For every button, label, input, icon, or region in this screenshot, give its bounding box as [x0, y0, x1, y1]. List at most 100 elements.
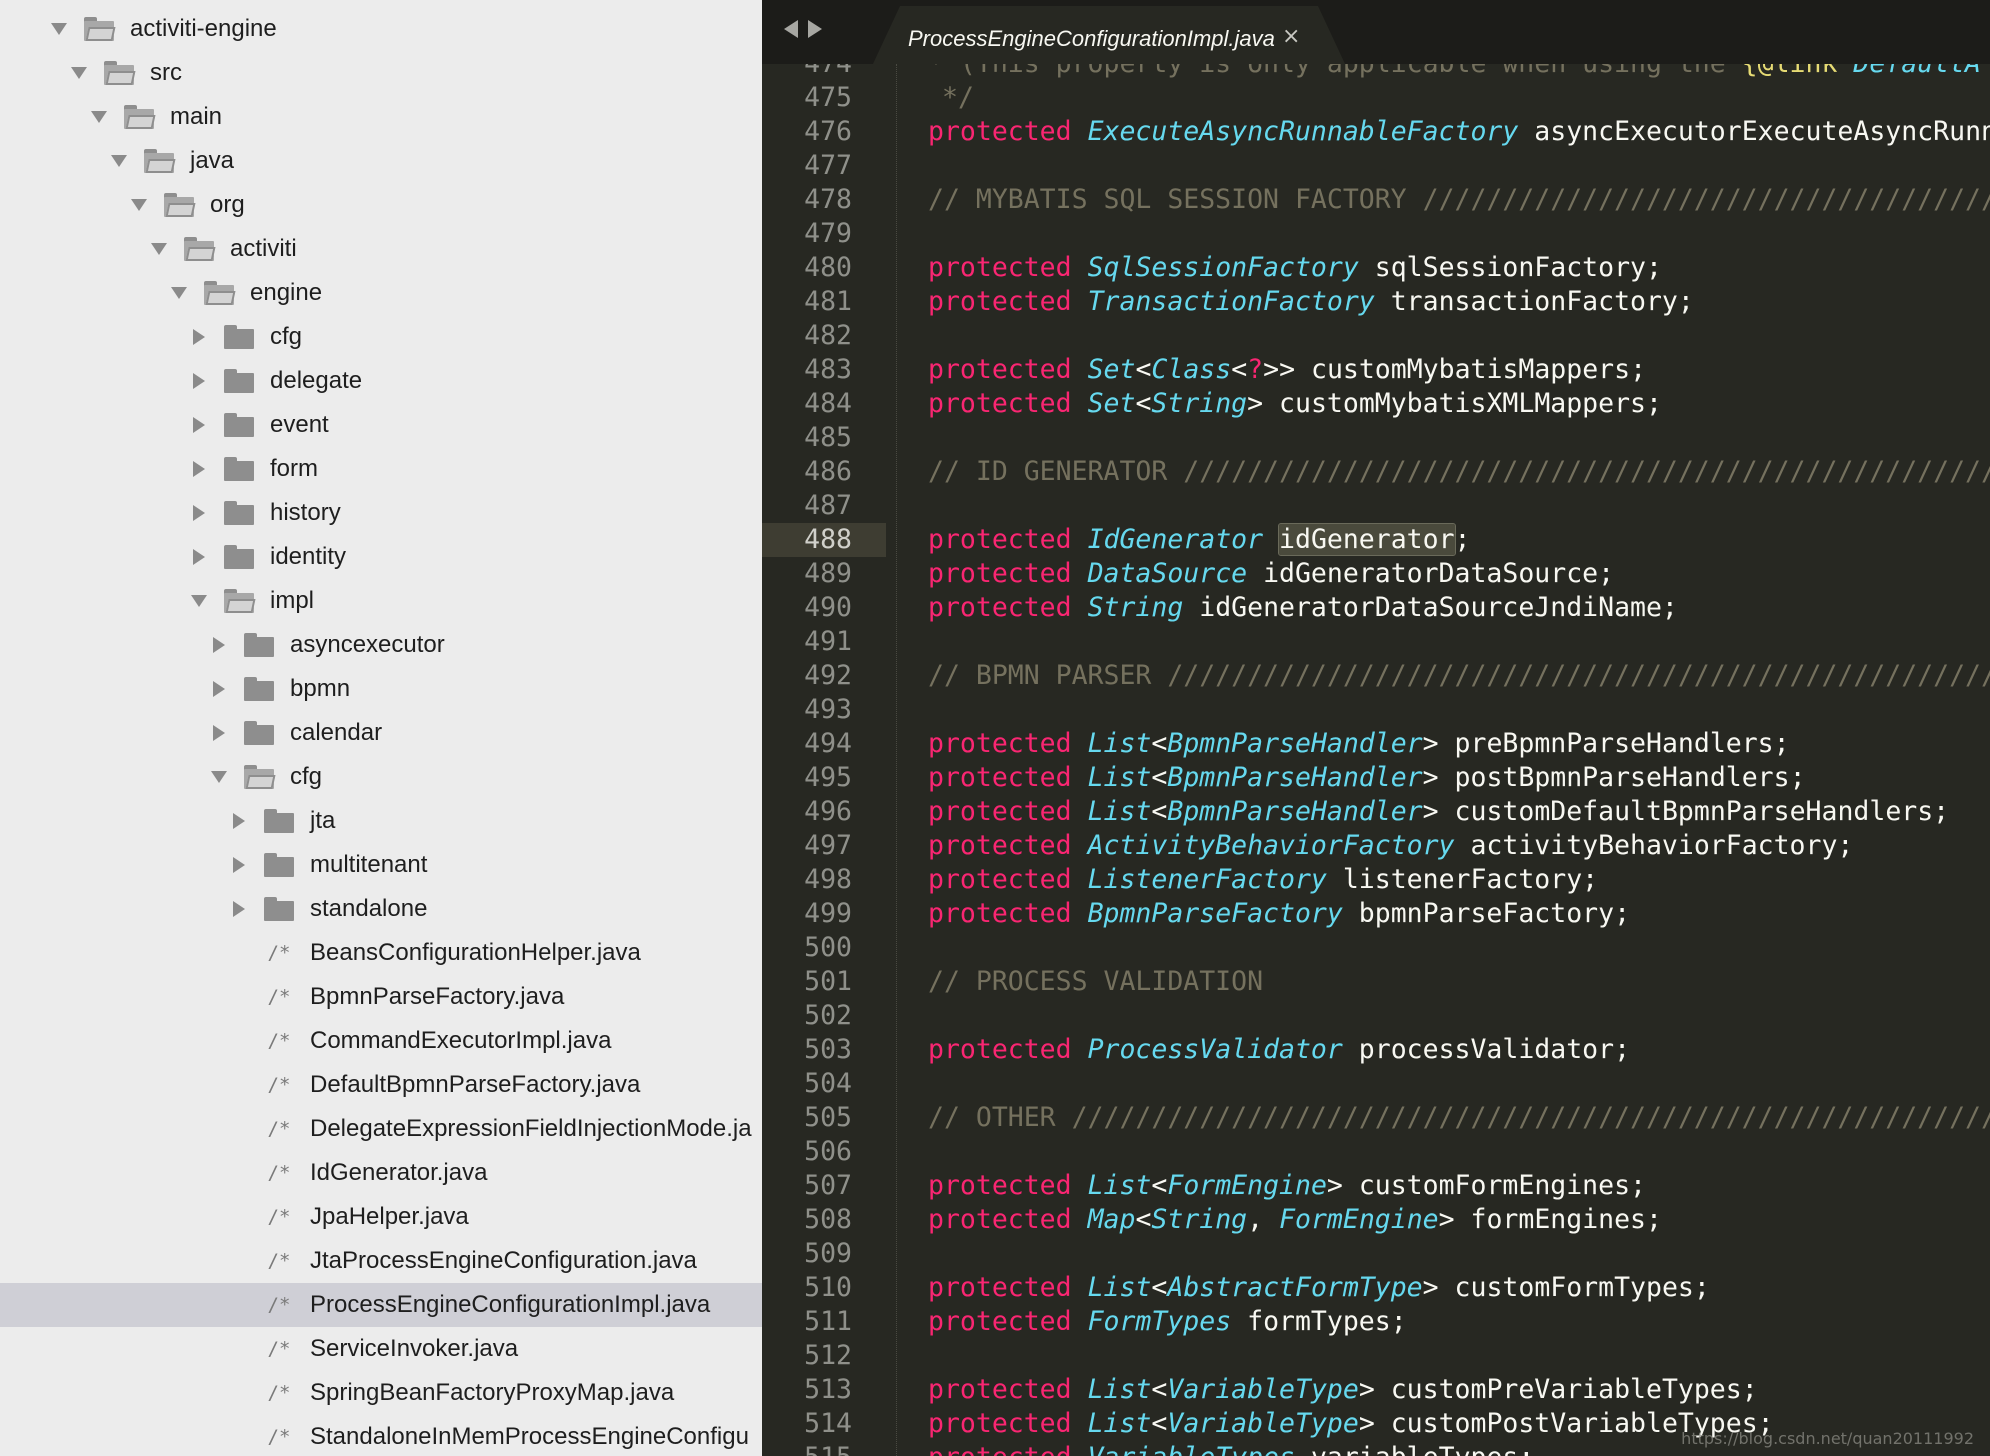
code-line[interactable]: 509 [762, 1237, 1990, 1271]
expand-triangle-icon[interactable] [188, 535, 210, 579]
tree-folder-item[interactable]: jta [0, 799, 762, 843]
expand-triangle-icon[interactable] [188, 447, 210, 491]
code-line[interactable]: 496 protected List<BpmnParseHandler> cust… [762, 795, 1990, 829]
code-line[interactable]: 482 [762, 319, 1990, 353]
expand-triangle-icon[interactable] [208, 623, 230, 667]
collapse-triangle-icon[interactable] [68, 51, 90, 95]
collapse-triangle-icon[interactable] [128, 183, 150, 227]
code-line[interactable]: 493 [762, 693, 1990, 727]
tree-folder-item[interactable]: activiti [0, 227, 762, 271]
expand-triangle-icon[interactable] [228, 887, 250, 931]
code-line[interactable]: 513 protected List<VariableType> customPr… [762, 1373, 1990, 1407]
tab-close-icon[interactable]: × [1282, 24, 1300, 49]
collapse-triangle-icon[interactable] [168, 271, 190, 315]
tree-folder-item[interactable]: event [0, 403, 762, 447]
code-line[interactable]: 476 protected ExecuteAsyncRunnableFactory… [762, 115, 1990, 149]
tree-folder-item[interactable]: bpmn [0, 667, 762, 711]
expand-triangle-icon[interactable] [228, 799, 250, 843]
tree-file-item[interactable]: /* JtaProcessEngineConfiguration.java [0, 1239, 762, 1283]
nav-back-icon[interactable] [784, 20, 798, 38]
code-line[interactable]: 490 protected String idGeneratorDataSourc… [762, 591, 1990, 625]
code-line[interactable]: 512 [762, 1339, 1990, 1373]
code-line[interactable]: 503 protected ProcessValidator processVal… [762, 1033, 1990, 1067]
tree-file-item[interactable]: /* JpaHelper.java [0, 1195, 762, 1239]
tree-file-item[interactable]: /* BpmnParseFactory.java [0, 975, 762, 1019]
tree-folder-item[interactable]: main [0, 95, 762, 139]
tree-file-item[interactable]: /* ProcessEngineConfigurationImpl.java [0, 1283, 762, 1327]
code-line[interactable]: 508 protected Map<String, FormEngine> for… [762, 1203, 1990, 1237]
code-line[interactable]: 475 */ [762, 81, 1990, 115]
tree-folder-item[interactable]: src [0, 51, 762, 95]
expand-triangle-icon[interactable] [188, 359, 210, 403]
code-line[interactable]: 492 // BPMN PARSER //////////////////////… [762, 659, 1990, 693]
code-line[interactable]: 498 protected ListenerFactory listenerFac… [762, 863, 1990, 897]
code-line[interactable]: 480 protected SqlSessionFactory sqlSessio… [762, 251, 1990, 285]
code-line[interactable]: 494 protected List<BpmnParseHandler> preB… [762, 727, 1990, 761]
tree-folder-item[interactable]: asyncexecutor [0, 623, 762, 667]
collapse-triangle-icon[interactable] [108, 139, 130, 183]
code-line[interactable]: 501 // PROCESS VALIDATION [762, 965, 1990, 999]
collapse-triangle-icon[interactable] [88, 95, 110, 139]
tree-file-item[interactable]: /* StandaloneInMemProcessEngineConfigu [0, 1415, 762, 1456]
tree-file-item[interactable]: /* BeansConfigurationHelper.java [0, 931, 762, 975]
tree-folder-item[interactable]: org [0, 183, 762, 227]
tree-folder-item[interactable]: cfg [0, 315, 762, 359]
tree-folder-item[interactable]: identity [0, 535, 762, 579]
code-line[interactable]: 484 protected Set<String> customMybatisXM… [762, 387, 1990, 421]
code-line[interactable]: 504 [762, 1067, 1990, 1101]
expand-triangle-icon[interactable] [188, 403, 210, 447]
code-line[interactable]: 499 protected BpmnParseFactory bpmnParseF… [762, 897, 1990, 931]
expand-triangle-icon[interactable] [208, 711, 230, 755]
collapse-triangle-icon[interactable] [48, 7, 70, 51]
code-line[interactable]: 483 protected Set<Class<?>> customMybatis… [762, 353, 1990, 387]
expand-triangle-icon[interactable] [188, 315, 210, 359]
tree-folder-item[interactable]: engine [0, 271, 762, 315]
tree-folder-item[interactable]: delegate [0, 359, 762, 403]
nav-forward-icon[interactable] [808, 20, 822, 38]
editor-tab-active[interactable]: ProcessEngineConfigurationImpl.java × [872, 6, 1346, 66]
code-line[interactable]: 489 protected DataSource idGeneratorDataS… [762, 557, 1990, 591]
file-tree-sidebar[interactable]: activiti-engine src main java org activiti eng… [0, 0, 762, 1456]
code-line[interactable]: 481 protected TransactionFactory transact… [762, 285, 1990, 319]
code-line[interactable]: 479 [762, 217, 1990, 251]
tree-folder-item[interactable]: activiti-engine [0, 7, 762, 51]
tree-folder-item[interactable]: impl [0, 579, 762, 623]
code-line[interactable]: 491 [762, 625, 1990, 659]
tree-folder-item[interactable]: cfg [0, 755, 762, 799]
tree-file-item[interactable]: /* DelegateExpressionFieldInjectionMode.j… [0, 1107, 762, 1151]
collapse-triangle-icon[interactable] [208, 755, 230, 799]
code-line[interactable]: 486 // ID GENERATOR /////////////////////… [762, 455, 1990, 489]
tree-folder-item[interactable]: calendar [0, 711, 762, 755]
code-line[interactable]: 507 protected List<FormEngine> customForm… [762, 1169, 1990, 1203]
code-line[interactable]: 500 [762, 931, 1990, 965]
code-line[interactable]: 510 protected List<AbstractFormType> cust… [762, 1271, 1990, 1305]
code-line[interactable]: 497 protected ActivityBehaviorFactory act… [762, 829, 1990, 863]
tree-file-item[interactable]: /* CommandExecutorImpl.java [0, 1019, 762, 1063]
collapse-triangle-icon[interactable] [188, 579, 210, 623]
tree-file-item[interactable]: /* DefaultBpmnParseFactory.java [0, 1063, 762, 1107]
expand-triangle-icon[interactable] [188, 491, 210, 535]
tree-file-item[interactable]: /* ServiceInvoker.java [0, 1327, 762, 1371]
code-line[interactable]: 505 // OTHER ////////////////////////////… [762, 1101, 1990, 1135]
code-editor[interactable]: 474 * (This property is only applicable w… [762, 64, 1990, 1456]
code-line[interactable]: 485 [762, 421, 1990, 455]
code-line[interactable]: 488 protected IdGenerator idGenerator; [762, 523, 1990, 557]
code-line[interactable]: 511 protected FormTypes formTypes; [762, 1305, 1990, 1339]
tree-folder-item[interactable]: multitenant [0, 843, 762, 887]
code-line[interactable]: 495 protected List<BpmnParseHandler> post… [762, 761, 1990, 795]
expand-triangle-icon[interactable] [228, 843, 250, 887]
code-line[interactable]: 502 [762, 999, 1990, 1033]
code-line[interactable]: 478 // MYBATIS SQL SESSION FACTORY //////… [762, 183, 1990, 217]
tree-folder-item[interactable]: history [0, 491, 762, 535]
tree-file-item[interactable]: /* SpringBeanFactoryProxyMap.java [0, 1371, 762, 1415]
expand-triangle-icon[interactable] [208, 667, 230, 711]
tree-folder-item[interactable]: java [0, 139, 762, 183]
tree-folder-item[interactable]: form [0, 447, 762, 491]
code-line[interactable]: 506 [762, 1135, 1990, 1169]
collapse-triangle-icon[interactable] [148, 227, 170, 271]
code-line[interactable]: 477 [762, 149, 1990, 183]
tree-folder-item[interactable]: standalone [0, 887, 762, 931]
tree-file-item[interactable]: /* IdGenerator.java [0, 1151, 762, 1195]
code-line[interactable]: 487 [762, 489, 1990, 523]
code-line[interactable]: 474 * (This property is only applicable w… [762, 64, 1990, 81]
